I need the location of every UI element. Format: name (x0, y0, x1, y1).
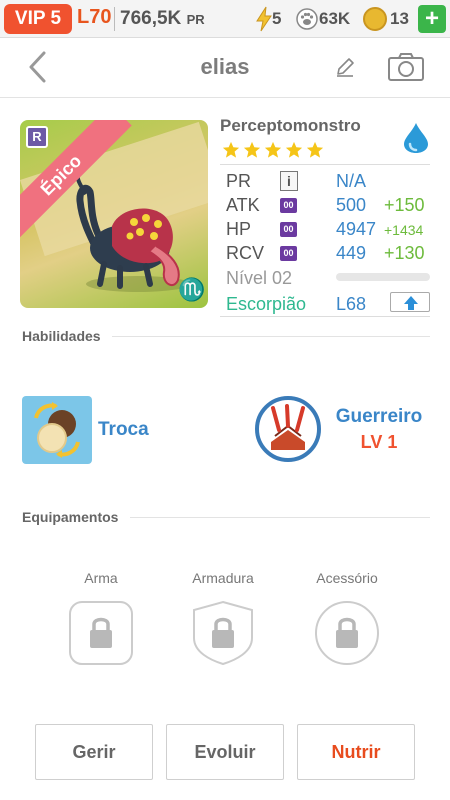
add-coins-button[interactable]: + (418, 5, 446, 33)
divider (130, 517, 430, 518)
arrow-up-icon (404, 296, 418, 310)
star-icon (264, 141, 282, 158)
stat-bonus: +150 (384, 195, 425, 215)
water-drop-icon (404, 123, 428, 153)
stat-badge: 00 (280, 198, 297, 213)
skill-level: LV 1 (360, 432, 398, 452)
skill-name[interactable]: Troca (98, 419, 149, 441)
stat-value: 500 (336, 195, 367, 215)
divider (220, 316, 430, 317)
monster-name: Perceptomonstro (220, 116, 361, 135)
accessory-slot-locked[interactable] (314, 600, 380, 666)
skills-section-title: Habilidades (22, 328, 101, 344)
stat-value: 4947 (336, 219, 377, 239)
armor-slot-locked[interactable] (190, 600, 256, 666)
monster-level: Nível 02 (226, 268, 293, 288)
evolve-button[interactable]: Evoluir (166, 724, 284, 780)
paw-icon (296, 8, 318, 30)
stat-label: HP (226, 219, 252, 239)
rarity-r-badge: R (26, 126, 48, 148)
stat-label: RCV (226, 243, 265, 263)
vip-badge[interactable]: VIP 5 (4, 4, 72, 34)
equipment-label-accessory: Acessório (316, 570, 378, 586)
info-icon[interactable]: i (280, 171, 298, 191)
skill-name[interactable]: Guerreiro (330, 406, 428, 428)
stat-bonus: +130 (384, 243, 425, 263)
header: elias (0, 38, 450, 98)
divider (114, 7, 115, 31)
page-title: elias (200, 54, 250, 79)
feed-button[interactable]: Nutrir (297, 724, 415, 780)
coin-icon (363, 7, 387, 31)
manage-button[interactable]: Gerir (35, 724, 153, 780)
lightning-icon (256, 6, 272, 32)
scorpio-zodiac-icon: ♏ (178, 277, 206, 302)
stat-label: PR (226, 171, 252, 191)
stat-label: ATK (226, 195, 260, 215)
star-icon (222, 141, 240, 158)
divider (220, 164, 430, 165)
xp-progress-bar (336, 273, 430, 281)
swap-skill-icon[interactable] (22, 396, 92, 464)
energy-count: 5 (272, 9, 282, 28)
status-bar: VIP 5 L70 766,5K PR 5 63K 13 + (0, 0, 450, 38)
power-unit: PR (186, 12, 205, 27)
equipment-label-weapon: Arma (84, 570, 118, 586)
star-icon (243, 141, 261, 158)
star-icon (285, 141, 303, 158)
upgrade-button[interactable] (390, 292, 430, 312)
player-level: L70 (77, 6, 112, 28)
zodiac-sign: Escorpião (226, 294, 307, 314)
weapon-slot-locked[interactable] (68, 600, 134, 666)
camera-icon[interactable] (387, 52, 425, 82)
stat-value: N/A (336, 171, 367, 191)
coin-count: 13 (390, 9, 409, 28)
stat-badge: 00 (280, 222, 297, 237)
power-rating: 766,5K PR (120, 8, 205, 30)
stat-bonus: +1434 (384, 222, 424, 238)
pencil-icon[interactable] (334, 56, 356, 78)
stat-value: 449 (336, 243, 367, 263)
zodiac-level: L68 (336, 294, 367, 314)
equipment-label-armor: Armadura (192, 570, 254, 586)
equipment-section-title: Equipamentos (22, 509, 119, 525)
power-value: 766,5K (120, 8, 182, 29)
stat-badge: 00 (280, 246, 297, 261)
divider (112, 336, 430, 337)
monster-card[interactable]: R Épico ♏ (20, 120, 208, 308)
star-rating (222, 141, 324, 159)
star-icon (306, 141, 324, 158)
warrior-skill-icon[interactable] (255, 396, 321, 462)
paw-count: 63K (319, 9, 351, 28)
